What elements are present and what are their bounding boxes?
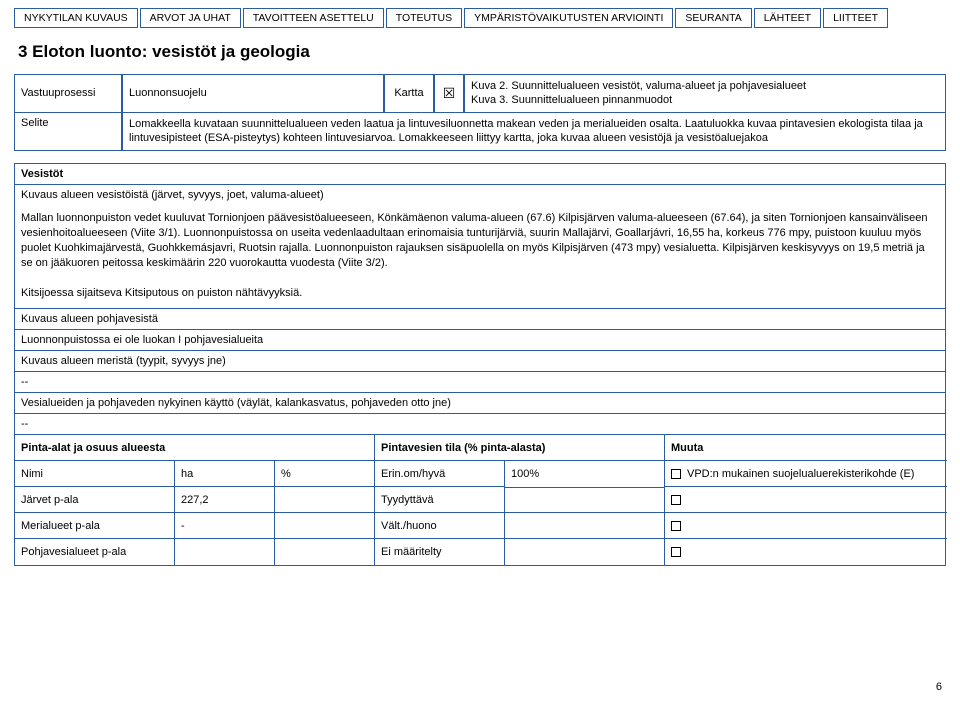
col-eimaar: Ei määritelty [375, 539, 505, 565]
eimaar-val [505, 539, 665, 565]
body-text-2: Kitsijoessa sijaitseva Kitsiputous on pu… [21, 287, 302, 299]
checkbox-icon[interactable] [671, 469, 681, 479]
body-text-1: Mallan luonnonpuiston vedet kuuluvat Tor… [21, 212, 927, 269]
pct-100: 100% [505, 461, 665, 487]
tab-nykytilan[interactable]: NYKYTILAN KUVAUS [14, 8, 138, 28]
vastuu-value: Luonnonsuojelu [122, 74, 384, 113]
row-jarvet-pct [275, 487, 375, 513]
tab-bar: NYKYTILAN KUVAUS ARVOT JA UHAT TAVOITTEE… [14, 8, 946, 28]
tab-ymparisto[interactable]: YMPÄRISTÖVAIKUTUSTEN ARVIOINTI [464, 8, 673, 28]
vpd-label: VPD:n mukainen suojelualuerekisterikohde… [687, 468, 914, 480]
row-pohja-ha [175, 539, 275, 565]
row-jarvet-ha: 227,2 [175, 487, 275, 513]
col-nimi: Nimi [15, 461, 175, 487]
checkbox-4-cell [665, 539, 947, 565]
merista-body: -- [15, 372, 945, 393]
body-paragraph: Mallan luonnonpuiston vedet kuuluvat Tor… [15, 205, 945, 309]
vpd-cell: VPD:n mukainen suojelualuerekisterikohde… [665, 461, 947, 487]
checkbox-3-cell [665, 513, 947, 539]
meta-row-1: Vastuuprosessi Luonnonsuojelu Kartta ☒ K… [14, 74, 946, 113]
pohjavesi-body: Luonnonpuistossa ei ole luokan I pohjave… [15, 330, 945, 351]
selite-label: Selite [14, 112, 122, 152]
tyydy-val [505, 487, 665, 513]
tab-tavoitteen[interactable]: TAVOITTEEN ASETTELU [243, 8, 384, 28]
col-valt: Vält./huono [375, 513, 505, 539]
page-title: 3 Eloton luonto: vesistöt ja geologia [18, 42, 946, 62]
kuva-refs: Kuva 2. Suunnittelualueen vesistöt, valu… [464, 74, 946, 113]
meta-row-2: Selite Lomakkeella kuvataan suunnittelua… [14, 112, 946, 152]
tab-liitteet[interactable]: LIITTEET [823, 8, 888, 28]
tab-arvot[interactable]: ARVOT JA UHAT [140, 8, 241, 28]
checkbox-icon[interactable] [671, 495, 681, 505]
row-meri-pct [275, 513, 375, 539]
checkbox-icon[interactable] [671, 547, 681, 557]
kartta-checkbox[interactable]: ☒ [434, 74, 464, 113]
muuta-heading: Muuta [665, 435, 947, 461]
vesialue-heading: Vesialueiden ja pohjaveden nykyinen käyt… [15, 393, 945, 414]
checkbox-2-cell [665, 487, 947, 513]
tab-seuranta[interactable]: SEURANTA [675, 8, 751, 28]
vesialue-body: -- [15, 414, 945, 435]
row-meri-name: Merialueet p-ala [15, 513, 175, 539]
col-erin: Erin.om/hyvä [375, 461, 505, 487]
pinta-alat-heading: Pinta-alat ja osuus alueesta [15, 435, 375, 461]
merista-heading: Kuvaus alueen meristä (tyypit, syvyys jn… [15, 351, 945, 372]
kartta-label: Kartta [384, 74, 434, 113]
col-ha: ha [175, 461, 275, 487]
kuvaus-subheading: Kuvaus alueen vesistöistä (järvet, syvyy… [15, 185, 945, 205]
row-meri-ha: - [175, 513, 275, 539]
checkbox-icon[interactable] [671, 521, 681, 531]
vastuu-label: Vastuuprosessi [14, 74, 122, 113]
main-content-box: Vesistöt Kuvaus alueen vesistöistä (järv… [14, 163, 946, 566]
pintavesien-heading: Pintavesien tila (% pinta-alasta) [375, 435, 665, 461]
col-tyydy: Tyydyttävä [375, 487, 505, 513]
page-number: 6 [936, 681, 942, 693]
row-jarvet-name: Järvet p-ala [15, 487, 175, 513]
tab-toteutus[interactable]: TOTEUTUS [386, 8, 462, 28]
data-table: Pinta-alat ja osuus alueesta Pintavesien… [15, 435, 945, 565]
selite-body: Lomakkeella kuvataan suunnittelualueen v… [122, 112, 946, 152]
tab-lahteet[interactable]: LÄHTEET [754, 8, 821, 28]
row-pohja-name: Pohjavesialueet p-ala [15, 539, 175, 565]
pohjavesi-heading: Kuvaus alueen pohjavesistä [15, 309, 945, 330]
row-pohja-pct [275, 539, 375, 565]
vesistot-heading: Vesistöt [15, 164, 945, 185]
valt-val [505, 513, 665, 539]
col-pct: % [275, 461, 375, 487]
